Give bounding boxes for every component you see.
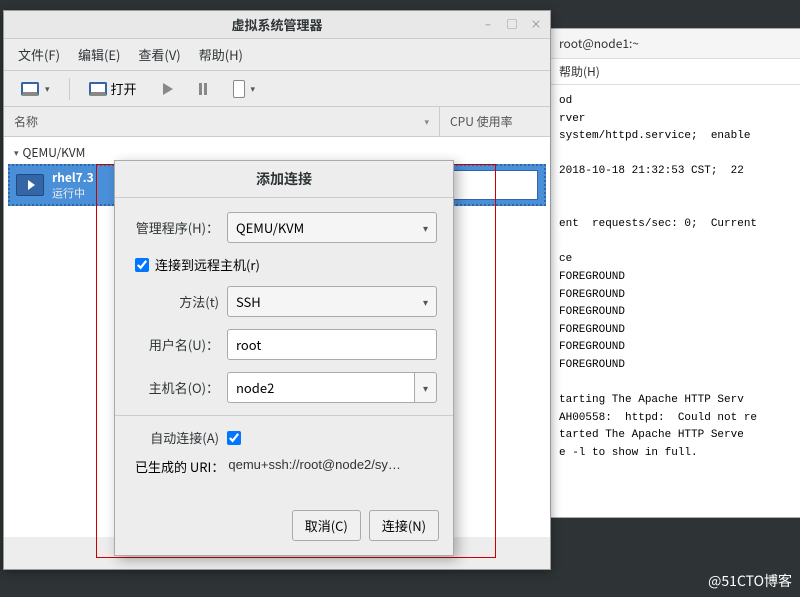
dropdown-arrow-icon: ▾ <box>45 82 50 95</box>
chevron-down-icon: ▾ <box>423 294 428 309</box>
close-button[interactable]: × <box>526 15 546 33</box>
sort-arrow-icon: ▾ <box>424 115 429 128</box>
column-headers: 名称 ▾ CPU 使用率 <box>4 107 550 137</box>
hypervisor-value: QEMU/KVM <box>236 218 304 237</box>
username-label: 用户名(U)： <box>131 335 227 354</box>
hostname-label: 主机名(O)： <box>131 378 227 397</box>
run-button[interactable] <box>156 79 180 99</box>
pause-button[interactable] <box>192 79 214 99</box>
vm-status: 运行中 <box>52 186 94 200</box>
separator <box>115 415 453 416</box>
generated-uri-label: 已生成的 URI： <box>135 457 224 476</box>
column-cpu[interactable]: CPU 使用率 <box>440 107 550 136</box>
menu-edit[interactable]: 编辑(E) <box>70 43 128 66</box>
terminal-content: od rver system/httpd.service; enable 201… <box>551 85 800 470</box>
pause-icon <box>199 83 207 95</box>
menu-view[interactable]: 查看(V) <box>130 43 188 66</box>
method-combo[interactable]: SSH ▾ <box>227 286 437 317</box>
window-title: 虚拟系统管理器 <box>231 15 322 34</box>
minimize-button[interactable]: – <box>478 15 498 33</box>
connection-label: QEMU/KVM <box>23 144 86 161</box>
autoconnect-checkbox[interactable] <box>227 431 241 445</box>
cancel-button[interactable]: 取消(C) <box>292 510 361 541</box>
generated-uri-value: qemu+ssh://root@node2/sy… <box>228 457 401 476</box>
dialog-title: 添加连接 <box>115 161 453 198</box>
titlebar: 虚拟系统管理器 – □ × <box>4 11 550 39</box>
chevron-down-icon: ▾ <box>423 380 428 395</box>
add-connection-dialog: 添加连接 管理程序(H)： QEMU/KVM ▾ 连接到远程主机(r) 方法(t… <box>114 160 454 556</box>
vm-name: rhel7.3 <box>52 170 94 186</box>
maximize-button[interactable]: □ <box>502 15 522 33</box>
hostname-dropdown-button[interactable]: ▾ <box>414 372 437 403</box>
dropdown-arrow-icon: ▾ <box>251 82 256 95</box>
monitor-icon <box>21 82 39 96</box>
autoconnect-label: 自动连接(A) <box>131 428 227 447</box>
remote-checkbox[interactable] <box>135 258 149 272</box>
watermark: @51CTO博客 <box>708 571 792 591</box>
remote-label: 连接到远程主机(r) <box>155 255 260 274</box>
terminal-title: root@node1:~ <box>551 29 800 59</box>
column-name-label: 名称 <box>14 113 38 130</box>
hypervisor-label: 管理程序(H)： <box>131 218 227 237</box>
hostname-input[interactable] <box>227 372 414 403</box>
toolbar-separator <box>69 78 70 100</box>
method-label: 方法(t) <box>131 292 227 311</box>
terminal-window: root@node1:~ 帮助(H) od rver system/httpd.… <box>550 28 800 518</box>
connect-button[interactable]: 连接(N) <box>369 510 439 541</box>
column-name[interactable]: 名称 ▾ <box>4 107 440 136</box>
vm-running-icon <box>16 174 44 196</box>
menubar: 文件(F) 编辑(E) 查看(V) 帮助(H) <box>4 39 550 71</box>
toolbar: ▾ 打开 ▾ <box>4 71 550 107</box>
shutdown-button[interactable]: ▾ <box>226 76 263 102</box>
hypervisor-combo[interactable]: QEMU/KVM ▾ <box>227 212 437 243</box>
menu-file[interactable]: 文件(F) <box>10 43 68 66</box>
monitor-icon <box>89 82 107 96</box>
menu-help[interactable]: 帮助(H) <box>191 43 251 66</box>
tree-toggle-icon[interactable]: ▾ <box>14 146 19 159</box>
open-vm-button[interactable]: 打开 <box>82 75 144 102</box>
chevron-down-icon: ▾ <box>423 220 428 235</box>
new-vm-button[interactable]: ▾ <box>14 78 57 100</box>
username-input[interactable] <box>227 329 437 360</box>
device-icon <box>233 80 245 98</box>
play-icon <box>163 83 173 95</box>
open-label: 打开 <box>111 79 137 98</box>
terminal-menu-help[interactable]: 帮助(H) <box>551 59 800 85</box>
method-value: SSH <box>236 292 261 311</box>
